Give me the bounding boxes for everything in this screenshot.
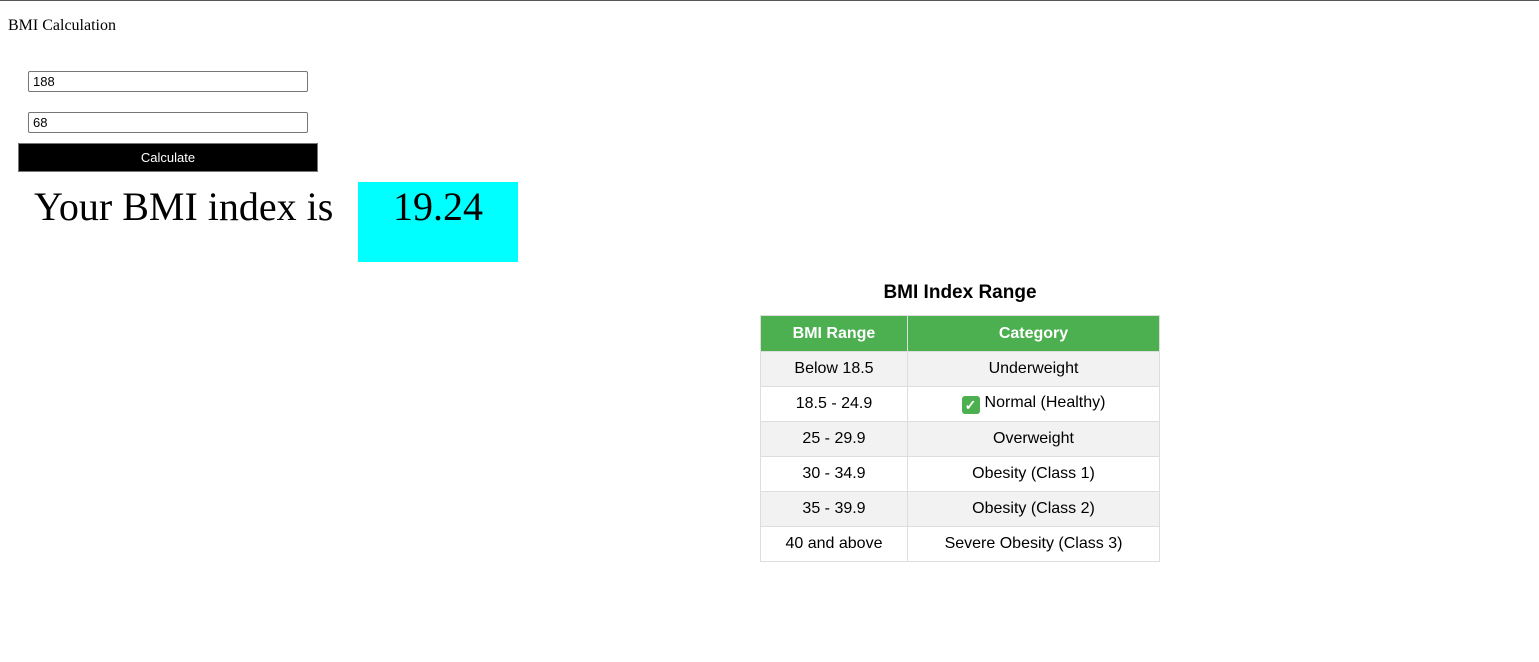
table-row: 35 - 39.9 Obesity (Class 2) — [760, 491, 1160, 527]
category-label: Obesity (Class 1) — [972, 465, 1095, 482]
category-cell: Obesity (Class 1) — [907, 456, 1160, 492]
height-input[interactable] — [28, 71, 308, 92]
result-label: Your BMI index is — [34, 184, 334, 229]
category-label: Severe Obesity (Class 3) — [944, 535, 1123, 552]
range-table-title: BMI Index Range — [883, 282, 1037, 303]
column-header-range: BMI Range — [760, 315, 908, 352]
check-mark-icon: ✓ — [961, 396, 980, 414]
column-header-category: Category — [907, 315, 1160, 352]
result-box: 19.24 — [358, 182, 518, 262]
range-cell: Below 18.5 — [760, 351, 908, 387]
table-row: 18.5 - 24.9 ✓ Normal (Healthy) — [760, 386, 1160, 422]
range-cell: 18.5 - 24.9 — [760, 386, 908, 422]
category-cell: Severe Obesity (Class 3) — [907, 526, 1160, 562]
bmi-range-table: BMI Range Category Below 18.5 Underweigh… — [760, 315, 1160, 562]
table-row: Below 18.5 Underweight — [760, 351, 1160, 387]
weight-input[interactable] — [28, 112, 308, 133]
table-row: 40 and above Severe Obesity (Class 3) — [760, 526, 1160, 562]
category-cell: Underweight — [907, 351, 1160, 387]
calculate-button[interactable]: Calculate — [18, 143, 318, 172]
bmi-range-section: BMI Index Range BMI Range Category Below… — [760, 281, 1160, 562]
table-row: 30 - 34.9 Obesity (Class 1) — [760, 456, 1160, 492]
range-cell: 40 and above — [760, 526, 908, 562]
range-cell: 35 - 39.9 — [760, 491, 908, 527]
bmi-value: 19.24 — [393, 184, 483, 229]
range-cell: 25 - 29.9 — [760, 421, 908, 457]
category-label: Normal (Healthy) — [984, 394, 1106, 411]
category-label: Obesity (Class 2) — [972, 500, 1095, 517]
table-header-row: BMI Range Category — [760, 315, 1160, 352]
table-row: 25 - 29.9 Overweight — [760, 421, 1160, 457]
category-label: Overweight — [993, 430, 1074, 447]
category-label: Underweight — [988, 360, 1079, 377]
page-title: BMI Calculation — [8, 17, 116, 34]
category-cell: ✓ Normal (Healthy) — [907, 386, 1160, 422]
range-cell: 30 - 34.9 — [760, 456, 908, 492]
category-cell: Obesity (Class 2) — [907, 491, 1160, 527]
category-cell: Overweight — [907, 421, 1160, 457]
